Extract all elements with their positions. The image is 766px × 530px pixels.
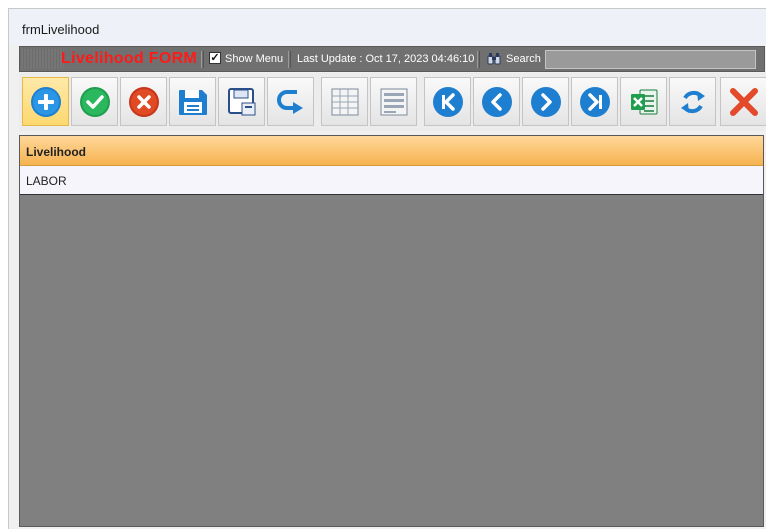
last-update-label: Last Update : Oct 17, 2023 04:46:10: [297, 53, 475, 65]
menu-strip: Livelihood FORM ✓ Show Menu Last Update …: [19, 46, 765, 72]
toolbar: [19, 73, 766, 131]
separator: [288, 51, 291, 68]
excel-export-icon: [631, 89, 658, 115]
close-button[interactable]: [720, 77, 766, 126]
save-as-button[interactable]: [218, 77, 265, 126]
first-record-icon: [433, 87, 463, 117]
grid-view-button[interactable]: [321, 77, 368, 126]
last-record-icon: [580, 87, 610, 117]
save-as-icon: [228, 88, 256, 116]
last-record-button[interactable]: [571, 77, 618, 126]
app-window: frmLivelihood Livelihood FORM ✓ Show Men…: [8, 8, 766, 529]
previous-record-icon: [482, 87, 512, 117]
form-view-icon: [380, 88, 408, 116]
column-header-label: Livelihood: [26, 145, 86, 159]
cancel-icon: [129, 87, 159, 117]
save-button[interactable]: [169, 77, 216, 126]
data-grid: Livelihood LABOR: [19, 135, 764, 527]
next-record-icon: [531, 87, 561, 117]
table-row[interactable]: LABOR: [20, 166, 763, 195]
window-title: frmLivelihood: [22, 22, 100, 37]
form-view-button[interactable]: [370, 77, 417, 126]
form-title: Livelihood FORM: [61, 50, 198, 67]
search-label: Search: [506, 53, 541, 65]
grid-view-icon: [331, 88, 359, 116]
save-icon: [179, 90, 207, 115]
undo-icon: [277, 90, 303, 114]
title-bar: frmLivelihood: [9, 9, 766, 45]
search-input[interactable]: [545, 50, 756, 69]
toolbar-grip[interactable]: [20, 49, 64, 69]
separator: [477, 51, 480, 68]
first-record-button[interactable]: [424, 77, 471, 126]
show-menu-checkbox[interactable]: ✓: [209, 52, 221, 64]
refresh-icon: [681, 90, 705, 114]
excel-export-button[interactable]: [620, 77, 667, 126]
column-header-livelihood[interactable]: Livelihood: [20, 136, 763, 166]
undo-button[interactable]: [267, 77, 314, 126]
cancel-button[interactable]: [120, 77, 167, 126]
next-record-button[interactable]: [522, 77, 569, 126]
add-button[interactable]: [22, 77, 69, 126]
check-icon: [80, 87, 110, 117]
table-cell: LABOR: [26, 174, 67, 188]
add-icon: [31, 87, 61, 117]
show-menu-label[interactable]: Show Menu: [225, 53, 283, 65]
binoculars-icon: [487, 53, 501, 65]
previous-record-button[interactable]: [473, 77, 520, 126]
close-icon: [730, 88, 758, 116]
confirm-button[interactable]: [71, 77, 118, 126]
refresh-button[interactable]: [669, 77, 716, 126]
separator: [201, 51, 204, 68]
